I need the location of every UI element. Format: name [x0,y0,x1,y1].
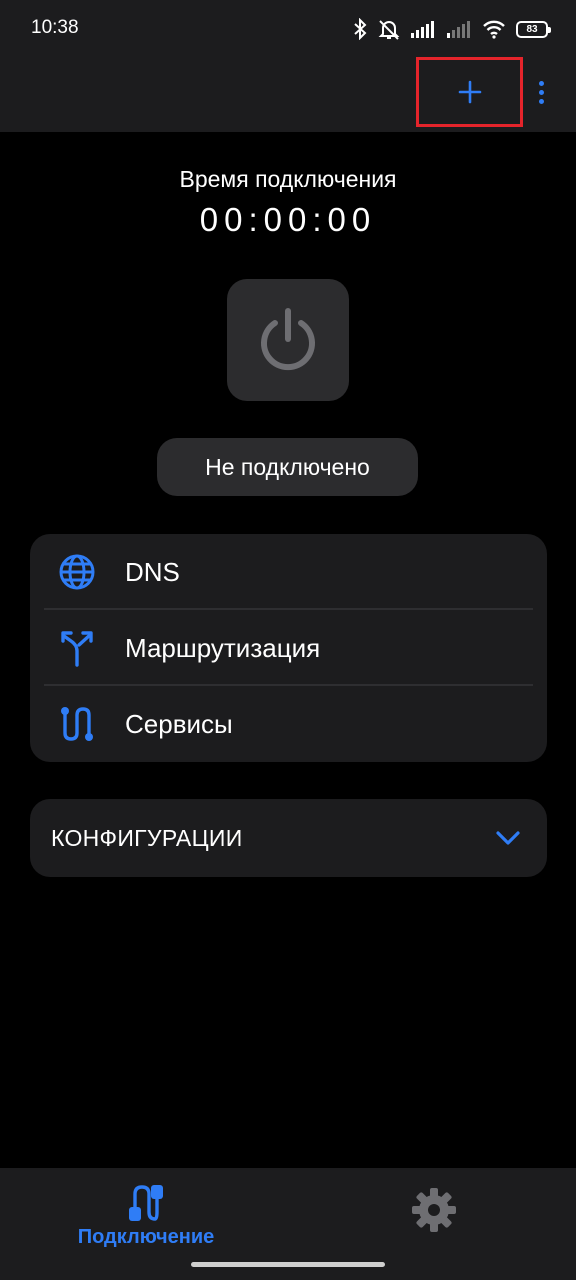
menu-item-label: DNS [125,556,180,587]
nav-tab-settings[interactable] [410,1186,458,1234]
configurations-title: КОНФИГУРАЦИИ [51,825,243,851]
connection-status-badge: Не подключено [157,438,418,496]
status-time: 10:38 [31,17,79,38]
menu-item-services[interactable]: Сервисы [30,686,547,762]
nav-tab-label: Подключение [77,1226,215,1248]
battery-level: 83 [526,23,538,35]
configurations-section[interactable]: КОНФИГУРАЦИИ [30,799,547,877]
connection-status-text: Не подключено [205,453,370,480]
home-indicator[interactable] [191,1262,385,1267]
battery-icon: 83 [516,20,551,38]
menu-item-label: Маршрутизация [125,632,321,663]
plus-icon [458,80,481,104]
signal-icon [411,21,434,38]
power-icon [261,308,315,371]
settings-menu-card: DNS Маршрутизация Сервисы [30,534,547,762]
menu-item-label: Сервисы [125,708,233,739]
bell-off-icon [378,20,400,40]
more-vertical-icon [538,80,544,86]
menu-item-dns[interactable]: DNS [30,534,547,610]
routing-icon [61,631,93,667]
power-button[interactable] [227,279,349,401]
wifi-icon [483,20,505,39]
status-icons: 83 [352,16,551,42]
globe-icon [59,554,95,590]
menu-item-routing[interactable]: Маршрутизация [30,610,547,686]
connection-icon [129,1185,163,1221]
connection-time-label: Время подключения [179,166,397,192]
chevron-down-icon [496,831,520,845]
connection-timer: 00:00:00 [199,201,377,238]
status-bar: 10:38 83 [0,0,576,58]
add-config-button[interactable] [416,57,523,127]
bluetooth-icon [354,18,367,40]
gear-icon [412,1188,456,1232]
signal-icon [447,21,470,38]
services-icon [61,707,93,741]
more-menu-button[interactable] [528,76,554,108]
nav-tab-connection[interactable]: Подключение [60,1168,232,1258]
